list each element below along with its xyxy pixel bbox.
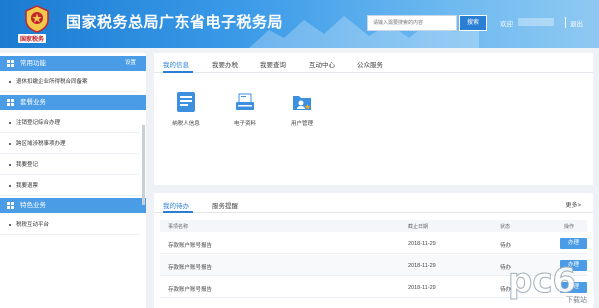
column-header: 截止日期 — [408, 224, 429, 230]
sidebar-section-special[interactable]: 特色业务 — [0, 198, 146, 213]
todo-tabs: 我的待办 服务提醒 更多> — [154, 193, 593, 213]
electronic-docs-icon — [236, 93, 254, 110]
app-taxpayer-info[interactable]: 纳税人信息 — [165, 91, 207, 127]
sidebar-section-package[interactable]: 套餐业务 — [0, 95, 146, 110]
logout-link[interactable]: 退出 — [570, 18, 583, 28]
welcome-text: 欢迎 — [500, 21, 513, 28]
header: 国家税务 国家税务总局广东省电子税务局 搜索 欢迎 退出 — [0, 0, 599, 48]
tab-public-service[interactable]: 公众服务 — [357, 59, 383, 69]
active-tab-indicator — [163, 211, 193, 213]
tax-emblem-icon — [25, 5, 49, 33]
tab-tax-handling[interactable]: 我要办税 — [212, 59, 238, 69]
site-title: 国家税务总局广东省电子税务局 — [66, 13, 284, 31]
grid-icon — [7, 99, 14, 106]
tab-interaction[interactable]: 互动中心 — [309, 59, 335, 69]
grid-icon — [7, 202, 14, 209]
active-tab-indicator — [163, 71, 193, 73]
search-input[interactable] — [368, 16, 456, 30]
taxpayer-info-icon — [177, 92, 195, 112]
item-name: 存款账户账号报告 — [168, 265, 213, 271]
sidebar-section-title: 套餐业务 — [20, 99, 46, 106]
user-management-icon — [293, 96, 311, 110]
sidebar-item[interactable]: 我要登记 — [0, 155, 140, 175]
sidebar-item[interactable]: 跨区域涉税事项办理 — [0, 134, 140, 154]
sidebar-section-title: 常用功能 — [20, 60, 46, 67]
tab-query[interactable]: 我要查询 — [260, 59, 286, 69]
settings-link[interactable]: 设置 — [125, 56, 136, 71]
search-button[interactable]: 搜索 — [459, 15, 487, 31]
tab-my-todo[interactable]: 我的待办 — [163, 200, 189, 210]
table-header: 事项名称 截止日期 状态 操作 — [160, 220, 587, 232]
sidebar-scrollbar[interactable] — [142, 125, 145, 205]
app-user-management[interactable]: 用户管理 — [281, 91, 323, 127]
tab-service-reminder[interactable]: 服务提醒 — [212, 200, 238, 210]
item-name: 存款账户账号报告 — [168, 287, 213, 293]
sidebar-section-common[interactable]: 常用功能 设置 — [0, 56, 146, 71]
more-link[interactable]: 更多> — [565, 200, 581, 209]
pc6-watermark-logo: pc6 下载站 — [508, 261, 594, 304]
emblem-caption: 国家税务 — [18, 34, 47, 43]
sidebar: 常用功能 设置 退休扣缴企业所得税合同备案 套餐业务 注销登记综合办理 跨区域涉… — [0, 53, 146, 308]
sidebar-section-title: 特色业务 — [20, 202, 46, 209]
username-masked — [518, 18, 554, 26]
app-electronic-docs[interactable]: 电子资料 — [224, 91, 266, 127]
sidebar-item[interactable]: 我要退票 — [0, 176, 140, 196]
info-panel: 我的信息 我要办税 我要查询 互动中心 公众服务 纳税人信息 电子资料 用户管理 — [154, 53, 593, 185]
app-label: 电子资料 — [233, 121, 256, 127]
search-box[interactable] — [367, 15, 457, 31]
app-label: 纳税人信息 — [172, 121, 200, 127]
column-header: 状态 — [500, 224, 511, 230]
app-label: 用户管理 — [290, 121, 313, 127]
sidebar-item[interactable]: 注销登记综合办理 — [0, 113, 140, 133]
item-name: 存款账户账号报告 — [168, 243, 213, 249]
handle-button[interactable]: 办理 — [560, 238, 587, 249]
grid-icon — [7, 60, 14, 67]
due-date: 2018-11-29 — [408, 241, 436, 247]
header-divider — [565, 17, 566, 28]
sidebar-item[interactable]: 退休扣缴企业所得税合同备案 — [0, 72, 140, 92]
due-date: 2018-11-29 — [408, 285, 436, 291]
watermark-subtext: 下载站 — [566, 295, 587, 304]
sidebar-item[interactable]: 税税互动平台 — [0, 215, 140, 235]
column-header: 事项名称 — [168, 224, 189, 230]
column-header: 操作 — [564, 224, 575, 230]
tab-my-info[interactable]: 我的信息 — [163, 59, 189, 69]
due-date: 2018-11-29 — [408, 263, 436, 269]
status: 待办 — [500, 243, 512, 249]
main-tabs: 我的信息 我要办税 我要查询 互动中心 公众服务 — [154, 53, 593, 73]
